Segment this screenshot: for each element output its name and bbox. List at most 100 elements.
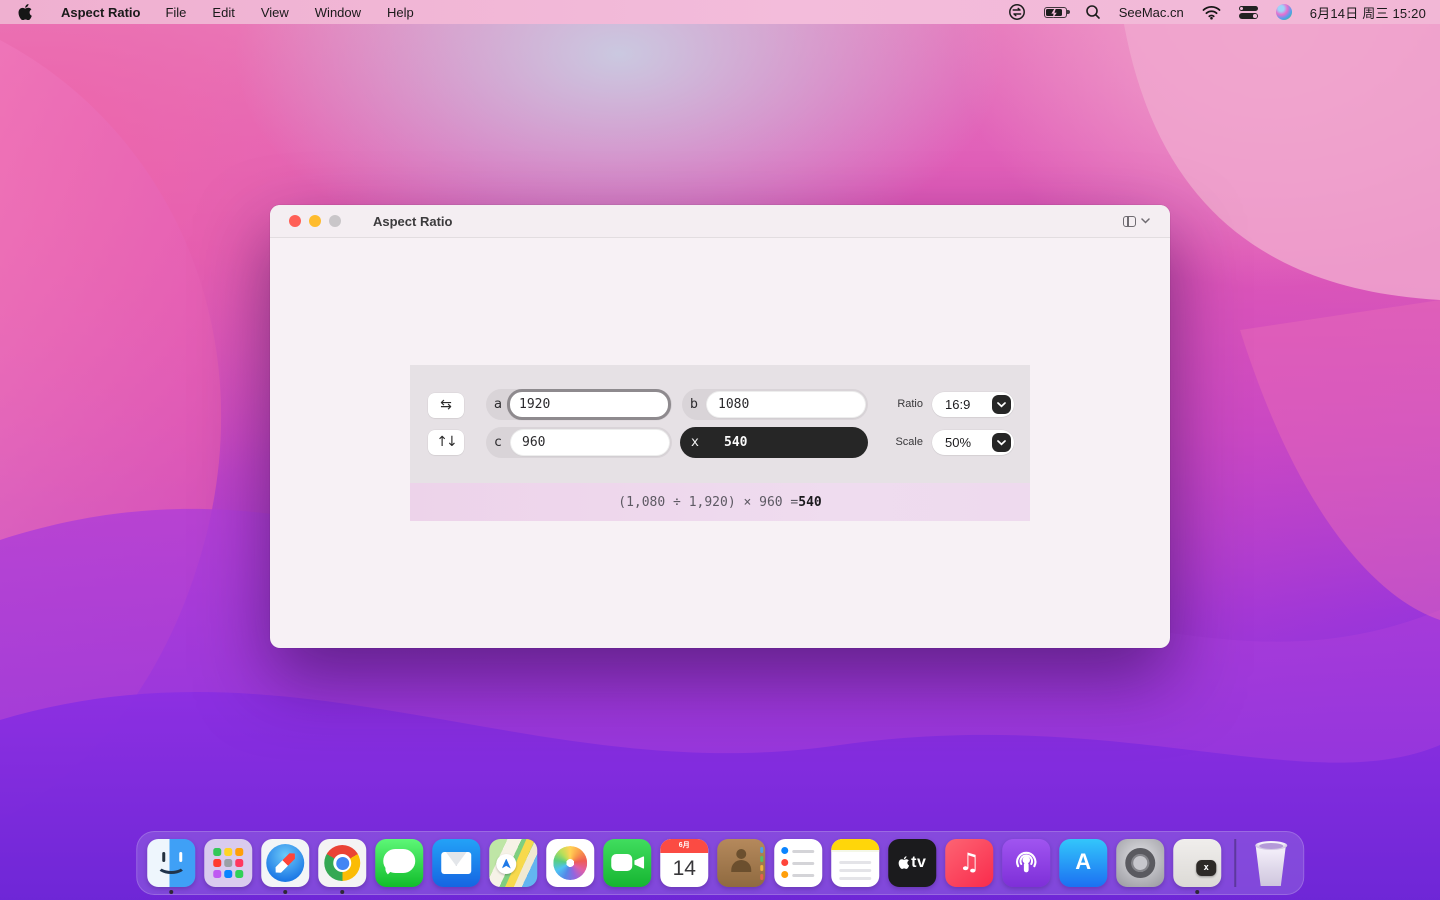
dock-item-notes[interactable] <box>831 839 879 887</box>
dock-item-reminders[interactable] <box>774 839 822 887</box>
field-a-input[interactable] <box>507 389 671 420</box>
apple-glyph <box>898 856 909 869</box>
dock: 6月 14 tv ♫ A x <box>136 831 1304 895</box>
status-wifi[interactable] <box>1193 0 1230 24</box>
mail-icon <box>432 839 480 887</box>
formula-result: 540 <box>798 495 821 510</box>
dock-item-facetime[interactable] <box>603 839 651 887</box>
chevron-down-icon <box>1141 218 1150 224</box>
status-switcher[interactable] <box>999 0 1035 24</box>
window-tab-control[interactable] <box>1123 216 1150 227</box>
window-titlebar[interactable]: Aspect Ratio <box>270 205 1170 238</box>
app-store-icon: A <box>1059 839 1107 887</box>
status-network-name[interactable]: SeeMac.cn <box>1110 5 1193 20</box>
scale-chevron-button[interactable] <box>992 433 1011 452</box>
notes-icon <box>831 839 879 887</box>
swap-horizontal-button[interactable]: ⇆ <box>428 393 464 418</box>
siri-icon <box>1276 4 1292 20</box>
ratio-chevron-button[interactable] <box>992 395 1011 414</box>
apple-logo-icon <box>18 4 32 20</box>
dock-separator <box>1234 839 1236 887</box>
status-search[interactable] <box>1076 0 1110 24</box>
apple-tv-icon: tv <box>888 839 936 887</box>
window-title: Aspect Ratio <box>373 214 452 229</box>
ratio-dropdown[interactable]: 16:9 <box>932 392 1014 417</box>
aspect-ratio-app-icon: x <box>1173 839 1221 887</box>
chrome-icon <box>318 839 366 887</box>
dock-item-maps[interactable] <box>489 839 537 887</box>
formula-expression: (1,080 ÷ 1,920) × 960 = <box>618 495 798 510</box>
field-group-a: a <box>486 389 672 420</box>
field-group-c: c <box>486 427 672 458</box>
calculator-panel: ⇆ ↑↓ a b c x 540 Ratio 16:9 Scale <box>410 365 1030 483</box>
scale-value: 50% <box>945 430 971 455</box>
status-clock[interactable]: 6月14日 周三 15:20 <box>1301 3 1440 22</box>
dock-item-calendar[interactable]: 6月 14 <box>660 839 708 887</box>
dock-item-podcasts[interactable] <box>1002 839 1050 887</box>
photos-icon <box>546 839 594 887</box>
dock-item-system-preferences[interactable] <box>1116 839 1164 887</box>
dock-item-launchpad[interactable] <box>204 839 252 887</box>
chevron-down-icon <box>997 440 1006 446</box>
dock-item-apple-tv[interactable]: tv <box>888 839 936 887</box>
zoom-button-disabled <box>329 215 341 227</box>
field-c-label: c <box>486 427 510 458</box>
calendar-day: 14 <box>660 853 708 887</box>
launchpad-icon <box>204 839 252 887</box>
window-layout-icon <box>1123 216 1136 227</box>
control-center-icon <box>1239 6 1258 19</box>
dock-item-chrome[interactable] <box>318 839 366 887</box>
facetime-icon <box>603 839 651 887</box>
status-siri[interactable] <box>1267 0 1301 24</box>
dock-item-aspect-ratio-app[interactable]: x <box>1173 839 1221 887</box>
tv-glyph: tv <box>911 854 926 871</box>
reminders-icon <box>774 839 822 887</box>
dock-item-safari[interactable] <box>261 839 309 887</box>
battery-icon <box>1044 7 1067 18</box>
search-icon <box>1085 4 1101 20</box>
aspect-ratio-window: Aspect Ratio ⇆ ↑↓ a b c x 540 Ratio 1 <box>270 205 1170 648</box>
field-b-input[interactable] <box>706 391 866 418</box>
dock-item-finder[interactable] <box>147 839 195 887</box>
traffic-lights <box>270 215 341 227</box>
close-button[interactable] <box>289 215 301 227</box>
minimize-button[interactable] <box>309 215 321 227</box>
field-c-input[interactable] <box>510 429 670 456</box>
dock-item-messages[interactable] <box>375 839 423 887</box>
messages-icon <box>375 839 423 887</box>
field-group-x-result: x 540 <box>680 427 868 458</box>
calendar-month: 6月 <box>660 839 708 853</box>
dock-item-trash[interactable] <box>1249 839 1293 887</box>
menu-edit[interactable]: Edit <box>199 0 247 24</box>
finder-icon <box>147 839 195 887</box>
formula-bar: (1,080 ÷ 1,920) × 960 = 540 <box>410 483 1030 521</box>
podcasts-icon <box>1002 839 1050 887</box>
scale-label: Scale <box>858 436 923 448</box>
chevron-down-icon <box>997 402 1006 408</box>
field-x-label: x <box>680 427 710 458</box>
scale-dropdown[interactable]: 50% <box>932 430 1014 455</box>
ratio-label: Ratio <box>858 398 923 410</box>
field-x-value: 540 <box>724 427 747 458</box>
status-control-center[interactable] <box>1230 0 1267 24</box>
menu-view[interactable]: View <box>248 0 302 24</box>
dock-item-app-store[interactable]: A <box>1059 839 1107 887</box>
swap-vertical-button[interactable]: ↑↓ <box>428 430 464 455</box>
ratio-value: 16:9 <box>945 392 970 417</box>
contacts-icon <box>717 839 765 887</box>
menu-window[interactable]: Window <box>302 0 374 24</box>
menu-file[interactable]: File <box>152 0 199 24</box>
menu-help[interactable]: Help <box>374 0 427 24</box>
dock-item-contacts[interactable] <box>717 839 765 887</box>
field-b-label: b <box>682 389 706 420</box>
apple-menu[interactable] <box>0 0 49 24</box>
safari-icon <box>261 839 309 887</box>
menu-bar: Aspect Ratio File Edit View Window Help … <box>0 0 1440 24</box>
dock-item-mail[interactable] <box>432 839 480 887</box>
dock-item-photos[interactable] <box>546 839 594 887</box>
dock-item-music[interactable]: ♫ <box>945 839 993 887</box>
gear-icon <box>1116 839 1164 887</box>
active-app-menu[interactable]: Aspect Ratio <box>49 5 152 20</box>
status-battery[interactable] <box>1035 0 1076 24</box>
wifi-icon <box>1202 5 1221 20</box>
